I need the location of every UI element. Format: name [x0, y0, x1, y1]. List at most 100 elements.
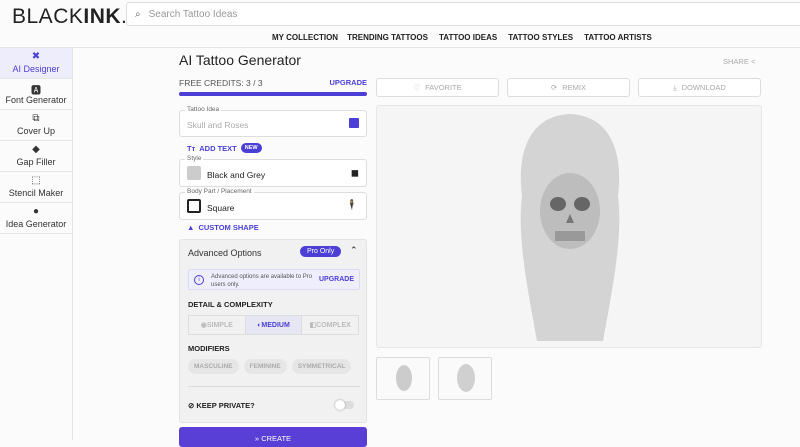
- ai-designer-icon: ✖: [31, 51, 41, 62]
- thumbnail-2[interactable]: [438, 357, 492, 400]
- style-select[interactable]: Style Black and Grey ◼: [179, 155, 367, 187]
- download-label: DOWNLOAD: [681, 83, 726, 92]
- chevron-up-icon[interactable]: ⌃: [350, 245, 358, 256]
- sidebar-item-stencil-maker[interactable]: ⬚ Stencil Maker: [0, 172, 72, 203]
- sidebar: ✖ AI Designer 🅰 Font Generator ⧉ Cover Up ◆…: [0, 48, 73, 440]
- pro-only-badge: Pro Only: [300, 246, 342, 257]
- new-badge: NEW: [240, 143, 262, 153]
- download-button[interactable]: ⤓ DOWNLOAD: [638, 78, 761, 97]
- shapes-icon: ▲: [187, 223, 195, 232]
- field-label: Tattoo Idea: [185, 106, 222, 113]
- option-complex[interactable]: ◧ COMPLEX: [302, 316, 358, 334]
- keep-private-label: KEEP PRIVATE?: [196, 401, 255, 410]
- create-button[interactable]: » CREATE: [179, 427, 367, 447]
- option-label: SIMPLE: [206, 321, 233, 329]
- cover-up-icon: ⧉: [32, 113, 40, 124]
- modifier-chips: MASCULINE FEMININE SYMMETRICAL: [188, 359, 352, 374]
- sidebar-item-cover-up[interactable]: ⧉ Cover Up: [0, 110, 72, 141]
- add-text-button[interactable]: Tт ADD TEXT NEW: [187, 143, 262, 153]
- search-input[interactable]: ⌕ Search Tattoo Ideas: [126, 2, 800, 26]
- tattoo-idea-input[interactable]: Tattoo Idea Skull and Roses: [179, 106, 367, 137]
- nav-artists[interactable]: TATTOO ARTISTS: [584, 33, 652, 42]
- credits-progress: [179, 92, 367, 96]
- modifiers-label: MODIFIERS: [188, 344, 230, 353]
- upgrade-link[interactable]: UPGRADE: [329, 78, 367, 88]
- text-icon: Tт: [187, 143, 196, 153]
- sidebar-label: Cover Up: [16, 126, 55, 136]
- info-icon: i: [194, 275, 204, 285]
- page-title: AI Tattoo Generator: [179, 52, 301, 68]
- body-icon: 🕴: [345, 200, 358, 211]
- square-shape-icon: [187, 199, 201, 213]
- custom-shape-label: CUSTOM SHAPE: [198, 223, 259, 232]
- custom-shape-button[interactable]: ▲ CUSTOM SHAPE: [187, 223, 259, 232]
- lightbulb-icon: ●: [32, 206, 40, 217]
- style-value: Black and Grey: [207, 170, 266, 180]
- sidebar-label: Stencil Maker: [8, 188, 64, 198]
- add-text-label: ADD TEXT: [199, 143, 237, 153]
- upgrade-link[interactable]: UPGRADE: [319, 276, 354, 284]
- sidebar-label: AI Designer: [12, 64, 60, 74]
- share-button[interactable]: SHARE <: [723, 57, 755, 66]
- logo-text: BLACK: [12, 5, 84, 28]
- heart-icon: ♡: [413, 83, 421, 92]
- skull-tattoo-image: [520, 114, 620, 341]
- nav-trending[interactable]: TRENDING TATTOOS: [347, 33, 428, 42]
- paint-bucket-icon: ◆: [32, 144, 40, 155]
- sidebar-label: Gap Filler: [16, 157, 56, 167]
- sidebar-item-font-generator[interactable]: 🅰 Font Generator: [0, 79, 72, 110]
- modifier-chip[interactable]: SYMMETRICAL: [291, 359, 352, 374]
- layers-icon: ◧: [309, 322, 317, 329]
- top-nav: MY COLLECTION TRENDING TATTOOS TATTOO ID…: [272, 33, 652, 42]
- modifier-chip[interactable]: FEMININE: [243, 359, 287, 374]
- sidebar-label: Font Generator: [5, 95, 67, 105]
- sidebar-item-idea-generator[interactable]: ● Idea Generator: [0, 203, 72, 234]
- logo-bold: INK: [83, 5, 122, 28]
- field-label: Style: [185, 155, 204, 162]
- dice-icon[interactable]: [349, 118, 359, 128]
- divider: [0, 47, 800, 48]
- search-icon: ⌕: [135, 8, 141, 20]
- info-text: Advanced options are available to Pro us…: [211, 274, 313, 288]
- sidebar-item-ai-designer[interactable]: ✖ AI Designer: [0, 48, 72, 79]
- remix-icon: ⟳: [550, 83, 558, 92]
- option-label: MEDIUM: [261, 321, 290, 329]
- field-label: Body Part / Placement: [185, 188, 254, 195]
- pro-info-banner: i Advanced options are available to Pro …: [188, 269, 360, 290]
- nav-styles[interactable]: TATTOO STYLES: [508, 33, 573, 42]
- sidebar-item-gap-filler[interactable]: ◆ Gap Filler: [0, 141, 72, 172]
- remix-button[interactable]: ⟳ REMIX: [507, 78, 630, 97]
- generated-image: [376, 105, 762, 348]
- option-label: COMPLEX: [316, 321, 351, 329]
- placement-select[interactable]: Body Part / Placement Square 🕴: [179, 188, 367, 220]
- credits-row: FREE CREDITS: 3 / 3 UPGRADE: [179, 78, 367, 88]
- share-icon: <: [750, 57, 756, 66]
- favorite-button[interactable]: ♡ FAVORITE: [376, 78, 499, 97]
- share-label: SHARE: [723, 57, 749, 66]
- remix-label: REMIX: [562, 83, 587, 92]
- detail-label: DETAIL & COMPLEXITY: [188, 300, 273, 309]
- option-medium[interactable]: ◐ MEDIUM: [244, 316, 303, 334]
- option-simple[interactable]: ◉ SIMPLE: [189, 316, 245, 334]
- style-thumbnail-icon: [187, 166, 201, 180]
- keep-private-row: ⊘ KEEP PRIVATE?: [188, 401, 255, 410]
- advanced-title: Advanced Options: [188, 248, 262, 258]
- placement-value: Square: [207, 203, 235, 213]
- credits-label: FREE CREDITS: 3 / 3: [179, 78, 263, 88]
- nav-ideas[interactable]: TATTOO IDEAS: [439, 33, 497, 42]
- create-label: CREATE: [261, 434, 292, 443]
- font-icon: 🅰: [31, 86, 41, 97]
- complexity-selector: ◉ SIMPLE ◐ MEDIUM ◧ COMPLEX: [188, 315, 359, 335]
- advanced-options-panel: Advanced Options Pro Only ⌃ i Advanced o…: [179, 239, 367, 423]
- download-icon: ⤓: [673, 82, 677, 92]
- modifier-chip[interactable]: MASCULINE: [188, 359, 239, 374]
- search-placeholder: Search Tattoo Ideas: [148, 8, 238, 20]
- thumbnail-1[interactable]: [376, 357, 430, 400]
- favorite-label: FAVORITE: [425, 83, 462, 92]
- keep-private-toggle[interactable]: [335, 400, 354, 410]
- nav-my-collection[interactable]: MY COLLECTION: [272, 33, 338, 42]
- divider: [188, 386, 360, 387]
- sidebar-label: Idea Generator: [5, 219, 67, 229]
- cards-icon: ◼: [350, 168, 359, 179]
- stencil-icon: ⬚: [31, 175, 41, 186]
